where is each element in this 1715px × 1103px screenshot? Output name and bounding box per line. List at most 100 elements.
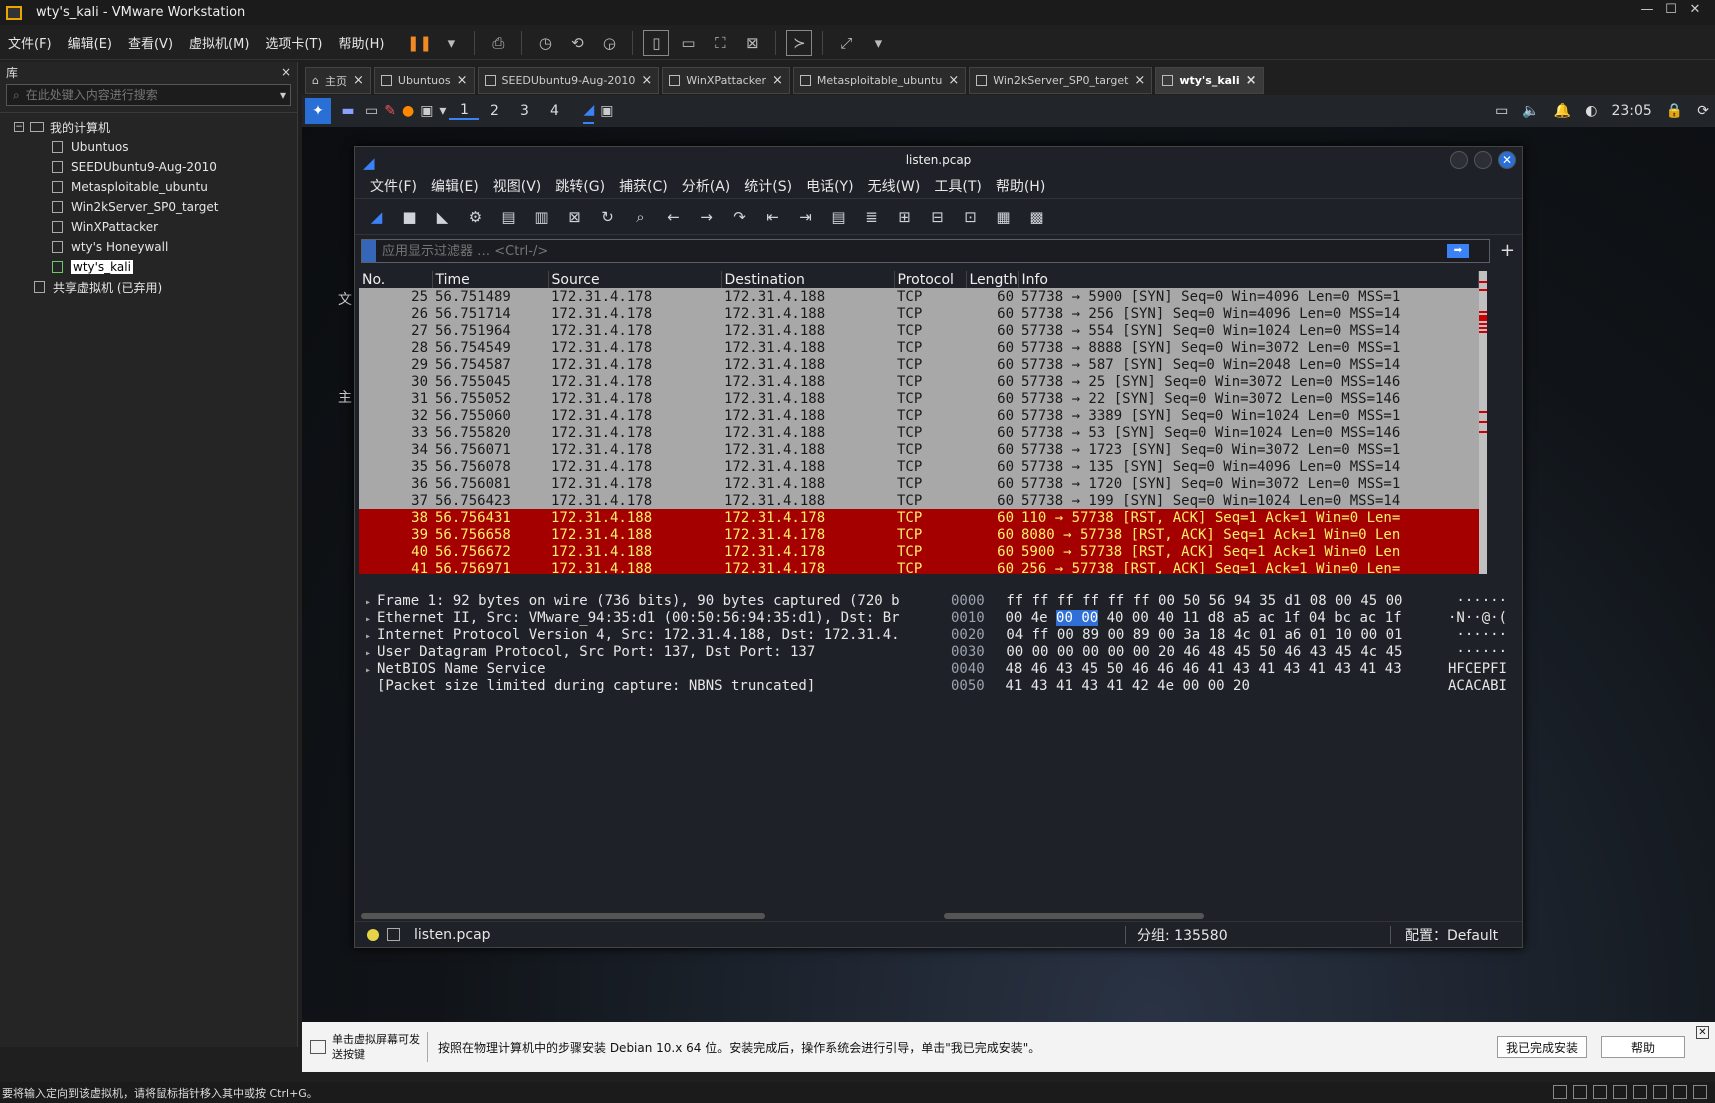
file-manager-icon[interactable]: ▭ bbox=[365, 98, 378, 124]
hex-ascii[interactable]: ACACABI bbox=[1448, 678, 1507, 695]
tab-close-icon[interactable]: × bbox=[948, 73, 959, 88]
display-filter-input[interactable] bbox=[382, 243, 1447, 259]
ws-menu-help[interactable]: 帮助(H) bbox=[989, 176, 1052, 196]
hex-bytes[interactable]: ff ff ff ff ff ff 00 50 56 94 35 d1 08 0… bbox=[1002, 593, 1456, 610]
tree-node-vm-selected[interactable]: wty's_kali bbox=[0, 257, 297, 277]
hex-bytes[interactable]: 04 ff 00 89 00 89 00 3a 18 4c 01 a6 01 1… bbox=[1002, 627, 1456, 644]
menu-view[interactable]: 查看(V) bbox=[120, 33, 181, 52]
notification-close-icon[interactable]: ✕ bbox=[1696, 1026, 1709, 1039]
minimize-button[interactable]: — bbox=[1635, 2, 1659, 17]
power-manager-icon[interactable]: ◐ bbox=[1585, 103, 1597, 119]
packet-row[interactable]: 39 56.756658 172.31.4.188 172.31.4.178 TCP 60… bbox=[359, 526, 1479, 543]
zoom-out-icon[interactable]: ⊟ bbox=[924, 203, 951, 230]
tab-close-icon[interactable]: × bbox=[1246, 73, 1257, 88]
wireshark-maximize-button[interactable] bbox=[1474, 151, 1492, 169]
menu-vm[interactable]: 虚拟机(M) bbox=[181, 33, 257, 52]
hard-disk-icon[interactable] bbox=[1553, 1085, 1567, 1099]
power-icon[interactable]: ⟳ bbox=[1697, 103, 1709, 119]
help-button[interactable]: 帮助 bbox=[1601, 1036, 1685, 1058]
detail-tree-item[interactable]: [Packet size limited during capture: NBN… bbox=[359, 678, 939, 695]
capture-comment-icon[interactable] bbox=[387, 928, 400, 941]
ws-menu-capture[interactable]: 捕获(C) bbox=[612, 176, 675, 196]
wireshark-minimize-button[interactable] bbox=[1450, 151, 1468, 169]
terminal-icon[interactable]: ▣ bbox=[420, 98, 433, 124]
packet-row[interactable]: 25 56.751489 172.31.4.178 172.31.4.188 TCP 60… bbox=[359, 288, 1479, 305]
ws-menu-view[interactable]: 视图(V) bbox=[486, 176, 549, 196]
packet-row[interactable]: 28 56.754549 172.31.4.178 172.31.4.188 TCP 60… bbox=[359, 339, 1479, 356]
chevron-down-icon[interactable]: ▾ bbox=[439, 98, 446, 124]
hex-ascii[interactable]: ······ bbox=[1456, 627, 1507, 644]
tree-node-vm[interactable]: Ubuntuos bbox=[0, 137, 297, 157]
show-desktop-icon[interactable]: ▬ bbox=[337, 98, 359, 124]
open-file-icon[interactable]: ▤ bbox=[495, 203, 522, 230]
notification-bell-icon[interactable]: 🔔 bbox=[1554, 103, 1571, 119]
stretch-icon[interactable]: ⤢ bbox=[833, 30, 859, 56]
packet-row[interactable]: 33 56.755820 172.31.4.178 172.31.4.188 TCP 60… bbox=[359, 424, 1479, 441]
volume-icon[interactable]: 🔈 bbox=[1522, 103, 1539, 119]
tab-home[interactable]: ⌂ 主页 × bbox=[305, 67, 371, 94]
hex-ascii[interactable]: ·N··@·( bbox=[1448, 610, 1507, 627]
menu-help[interactable]: 帮助(H) bbox=[331, 33, 393, 52]
packet-row[interactable]: 36 56.756081 172.31.4.178 172.31.4.188 TCP 60… bbox=[359, 475, 1479, 492]
workspace-1[interactable]: 1 bbox=[449, 102, 480, 120]
col-destination[interactable]: Destination bbox=[721, 271, 895, 288]
tab-close-icon[interactable]: × bbox=[772, 73, 783, 88]
detail-tree-item[interactable]: ▸ NetBIOS Name Service bbox=[359, 661, 939, 678]
detail-tree-item[interactable]: ▸ Internet Protocol Version 4, Src: 172.3… bbox=[359, 627, 939, 644]
packet-row[interactable]: 27 56.751964 172.31.4.178 172.31.4.188 TCP 60… bbox=[359, 322, 1479, 339]
usb-icon[interactable] bbox=[1613, 1085, 1627, 1099]
tab-winxpattacker[interactable]: WinXPattacker × bbox=[662, 67, 790, 94]
packet-row[interactable]: 32 56.755060 172.31.4.178 172.31.4.188 TCP 60… bbox=[359, 407, 1479, 424]
ws-menu-file[interactable]: 文件(F) bbox=[363, 176, 424, 196]
tree-node-vm[interactable]: WinXPattacker bbox=[0, 217, 297, 237]
snapshot-icon[interactable]: ◷ bbox=[532, 30, 558, 56]
colorize-icon[interactable]: ≣ bbox=[858, 203, 885, 230]
firefox-icon[interactable]: ● bbox=[402, 98, 414, 124]
zoom-in-icon[interactable]: ⊞ bbox=[891, 203, 918, 230]
library-view-icon[interactable]: ▯ bbox=[643, 29, 670, 56]
tab-metasploitable[interactable]: Metasploitable_ubuntu × bbox=[792, 67, 967, 94]
display-icon[interactable]: ▭ bbox=[1495, 103, 1508, 119]
expand-arrow-icon[interactable]: ▸ bbox=[359, 662, 377, 679]
bytes-horizontal-scrollbar[interactable] bbox=[944, 913, 1204, 919]
auto-scroll-icon[interactable]: ▤ bbox=[825, 203, 852, 230]
tab-seedubuntu[interactable]: SEEDUbuntu9-Aug-2010 × bbox=[477, 67, 660, 94]
tree-node-vm[interactable]: SEEDUbuntu9-Aug-2010 bbox=[0, 157, 297, 177]
detail-tree-item[interactable]: ▸ Ethernet II, Src: VMware_94:35:d1 (00:5… bbox=[359, 610, 939, 627]
collapse-icon[interactable]: − bbox=[14, 122, 24, 132]
packet-row[interactable]: 38 56.756431 172.31.4.188 172.31.4.178 TCP 60… bbox=[359, 509, 1479, 526]
packet-row[interactable]: 30 56.755045 172.31.4.178 172.31.4.188 TCP 60… bbox=[359, 373, 1479, 390]
tab-close-icon[interactable]: × bbox=[353, 73, 364, 88]
send-keys-icon[interactable]: ⎙ bbox=[485, 30, 511, 56]
hex-bytes[interactable]: 48 46 43 45 50 46 46 46 41 43 41 43 41 4… bbox=[1001, 661, 1448, 678]
revert-snapshot-icon[interactable]: ⟲ bbox=[564, 30, 590, 56]
packet-row[interactable]: 40 56.756672 172.31.4.188 172.31.4.178 TCP 60… bbox=[359, 543, 1479, 560]
ws-menu-edit[interactable]: 编辑(E) bbox=[424, 176, 486, 196]
hex-bytes[interactable]: 41 43 41 43 41 42 4e 00 00 20 bbox=[1001, 678, 1448, 695]
tab-close-icon[interactable]: × bbox=[457, 73, 468, 88]
thumbnail-view-icon[interactable]: ▭ bbox=[675, 30, 701, 56]
chevron-down-icon[interactable]: ▾ bbox=[865, 30, 891, 56]
apply-filter-icon[interactable]: ➡ bbox=[1447, 244, 1469, 258]
expand-arrow-icon[interactable]: ▸ bbox=[359, 594, 377, 611]
capture-options-icon[interactable]: ⚙ bbox=[462, 203, 489, 230]
chevron-down-icon[interactable]: ▾ bbox=[438, 30, 464, 56]
library-search-input[interactable] bbox=[25, 88, 280, 102]
detail-tree-item[interactable]: ▸ Frame 1: 92 bytes on wire (736 bits), 9… bbox=[359, 593, 939, 610]
sound-card-icon[interactable] bbox=[1633, 1085, 1647, 1099]
go-first-packet-icon[interactable]: ⇤ bbox=[759, 203, 786, 230]
find-packet-icon[interactable]: ⌕ bbox=[627, 203, 654, 230]
tree-node-vm[interactable]: Win2kServer_SP0_target bbox=[0, 197, 297, 217]
col-protocol[interactable]: Protocol bbox=[894, 271, 967, 288]
chevron-down-icon[interactable]: ▾ bbox=[280, 88, 286, 102]
tree-node-my-computer[interactable]: − 我的计算机 bbox=[0, 117, 297, 137]
hex-ascii[interactable]: HFCEPFI bbox=[1448, 661, 1507, 678]
start-capture-icon[interactable]: ◢ bbox=[363, 203, 390, 230]
message-log-icon[interactable] bbox=[1693, 1085, 1707, 1099]
maximize-button[interactable]: ☐ bbox=[1659, 2, 1683, 17]
expert-info-icon[interactable] bbox=[367, 928, 379, 941]
network-adapter-icon[interactable] bbox=[1593, 1085, 1607, 1099]
cd-rom-icon[interactable] bbox=[1573, 1085, 1587, 1099]
kali-menu-icon[interactable]: ✦ bbox=[305, 98, 331, 124]
printer-icon[interactable] bbox=[1653, 1085, 1667, 1099]
